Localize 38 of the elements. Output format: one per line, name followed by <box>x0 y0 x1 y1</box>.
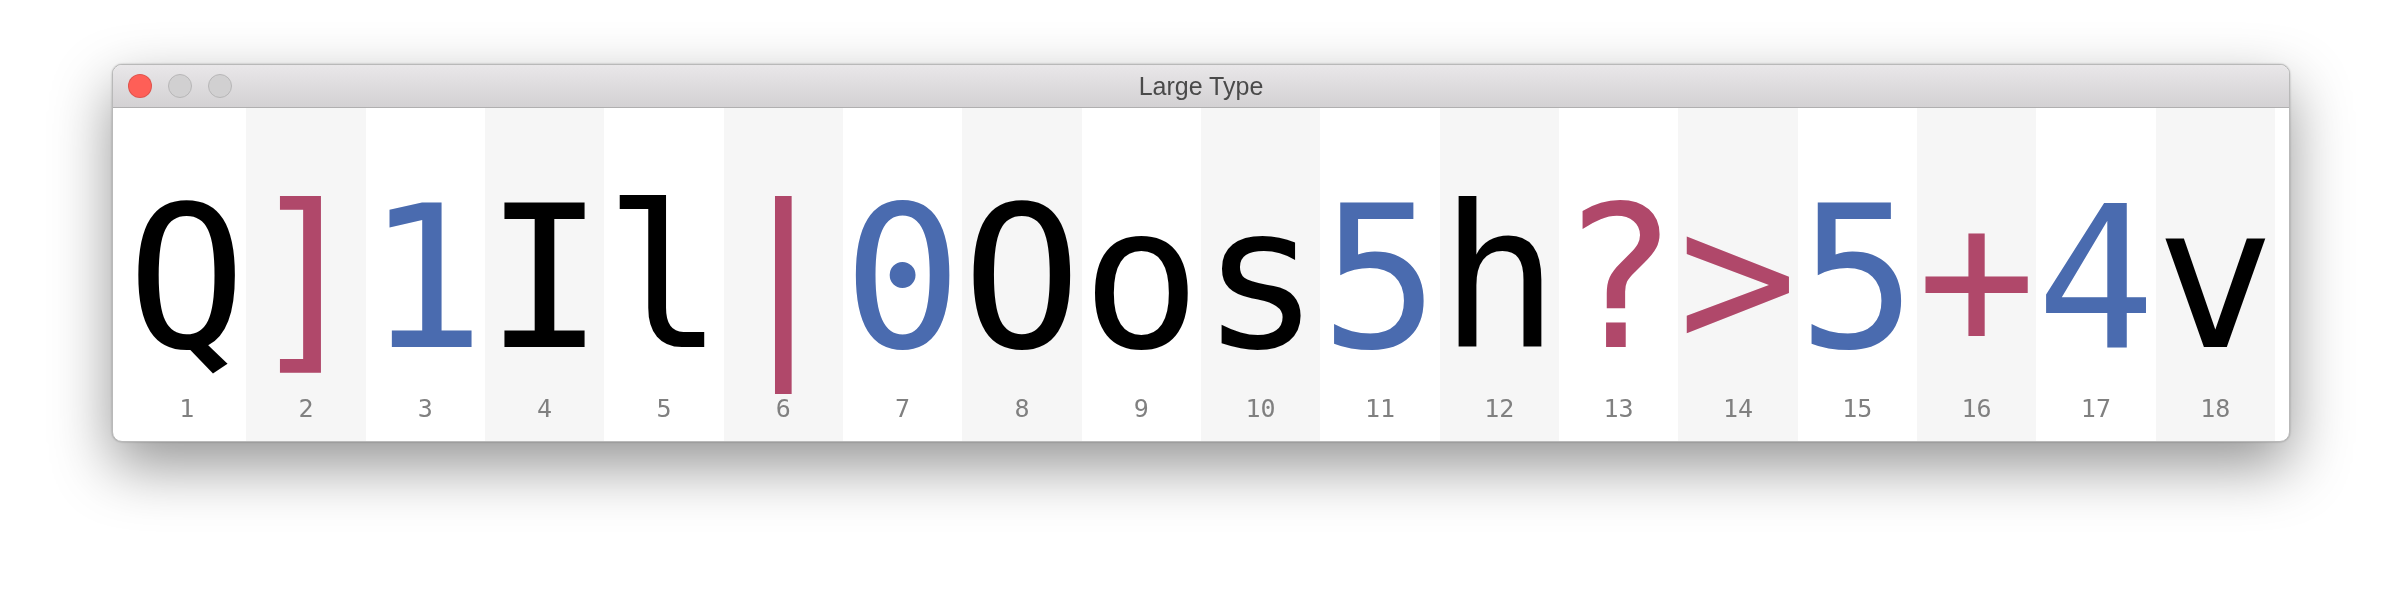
large-character: 4 <box>2036 163 2156 395</box>
character-index: 11 <box>1364 396 1395 421</box>
large-character: ] <box>246 163 366 395</box>
large-character: > <box>1678 163 1798 395</box>
large-character: v <box>2155 163 2275 395</box>
character-index: 12 <box>1484 396 1515 421</box>
large-character: 0 <box>843 163 963 395</box>
large-character: 5 <box>1320 163 1440 395</box>
character-index: 5 <box>656 396 672 421</box>
character-index: 17 <box>2080 396 2111 421</box>
character-index: 18 <box>2200 396 2231 421</box>
large-character: 5 <box>1797 163 1917 395</box>
character-index: 1 <box>179 396 195 421</box>
large-character: Q <box>127 163 247 395</box>
large-character: I <box>485 163 605 395</box>
large-character: ? <box>1559 163 1679 395</box>
window-title: Large Type <box>1138 71 1264 101</box>
character-index: 16 <box>1961 396 1992 421</box>
large-character: s <box>1201 163 1321 395</box>
character-index: 10 <box>1245 396 1276 421</box>
large-character: 1 <box>365 163 485 395</box>
large-character: l <box>604 163 724 395</box>
large-character: + <box>1916 163 2037 395</box>
character-index: 9 <box>1133 396 1149 421</box>
character-index: 2 <box>298 396 314 421</box>
character-index: 6 <box>775 396 791 421</box>
character-index: 14 <box>1722 396 1753 421</box>
character-index: 15 <box>1842 396 1873 421</box>
character-index: 13 <box>1603 396 1634 421</box>
large-character: | <box>723 163 843 395</box>
large-character: o <box>1081 163 1201 395</box>
character-index: 8 <box>1014 396 1030 421</box>
character-index: 7 <box>895 396 911 421</box>
large-character: O <box>962 163 1082 395</box>
character-index: 4 <box>537 396 553 421</box>
close-button[interactable] <box>128 74 152 98</box>
large-character: h <box>1439 163 1559 395</box>
character-index: 3 <box>417 396 433 421</box>
